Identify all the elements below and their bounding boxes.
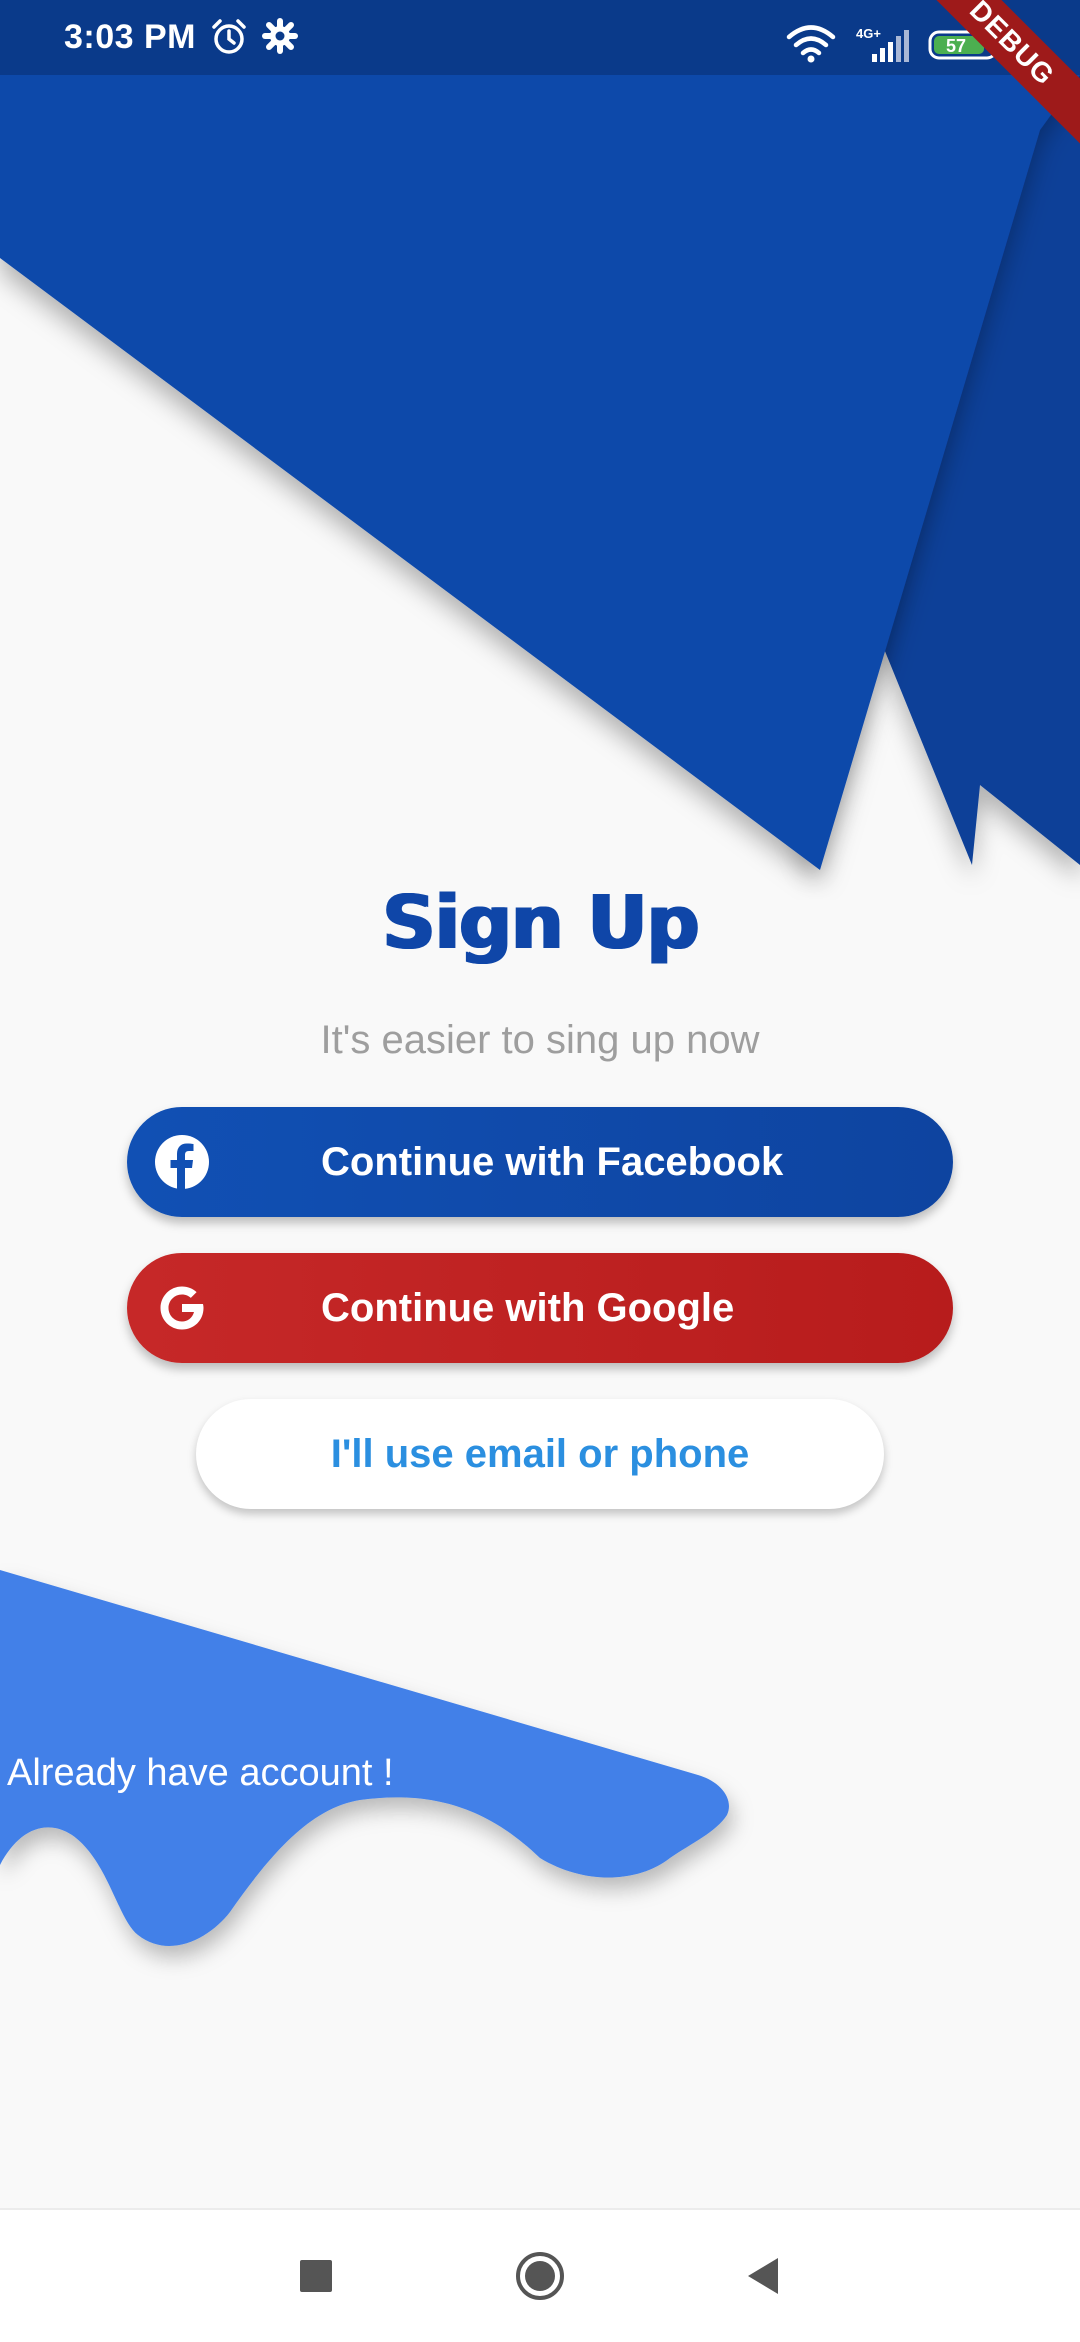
signal-icon: 4G+ (854, 26, 914, 69)
email-button-label: I'll use email or phone (330, 1432, 750, 1476)
header-decoration (0, 0, 1080, 870)
facebook-signup-button[interactable]: Continue with Facebook (127, 1107, 953, 1217)
google-signup-button[interactable]: Continue with Google (127, 1253, 953, 1363)
status-time: 3:03 PM (64, 18, 196, 56)
facebook-icon (153, 1133, 211, 1191)
status-bar: 3:03 PM 4G+ 57 (0, 0, 1080, 75)
recent-apps-icon[interactable] (290, 2250, 342, 2302)
navigation-bar (0, 2208, 1080, 2342)
already-have-account-link[interactable]: Already have account ! (7, 1752, 394, 1795)
back-icon[interactable] (738, 2250, 790, 2302)
google-button-label: Continue with Google (321, 1286, 735, 1330)
network-type: 4G+ (856, 26, 881, 41)
settings-icon (262, 18, 298, 59)
alarm-icon (210, 18, 248, 61)
facebook-button-label: Continue with Facebook (321, 1140, 784, 1184)
battery-level: 57 (946, 36, 966, 56)
google-icon (153, 1279, 211, 1337)
home-icon[interactable] (514, 2250, 566, 2302)
page-subtitle: It's easier to sing up now (320, 1018, 760, 1062)
wifi-icon (786, 24, 836, 69)
email-phone-button[interactable]: I'll use email or phone (196, 1399, 884, 1509)
page-title: Sign Up (381, 880, 699, 966)
